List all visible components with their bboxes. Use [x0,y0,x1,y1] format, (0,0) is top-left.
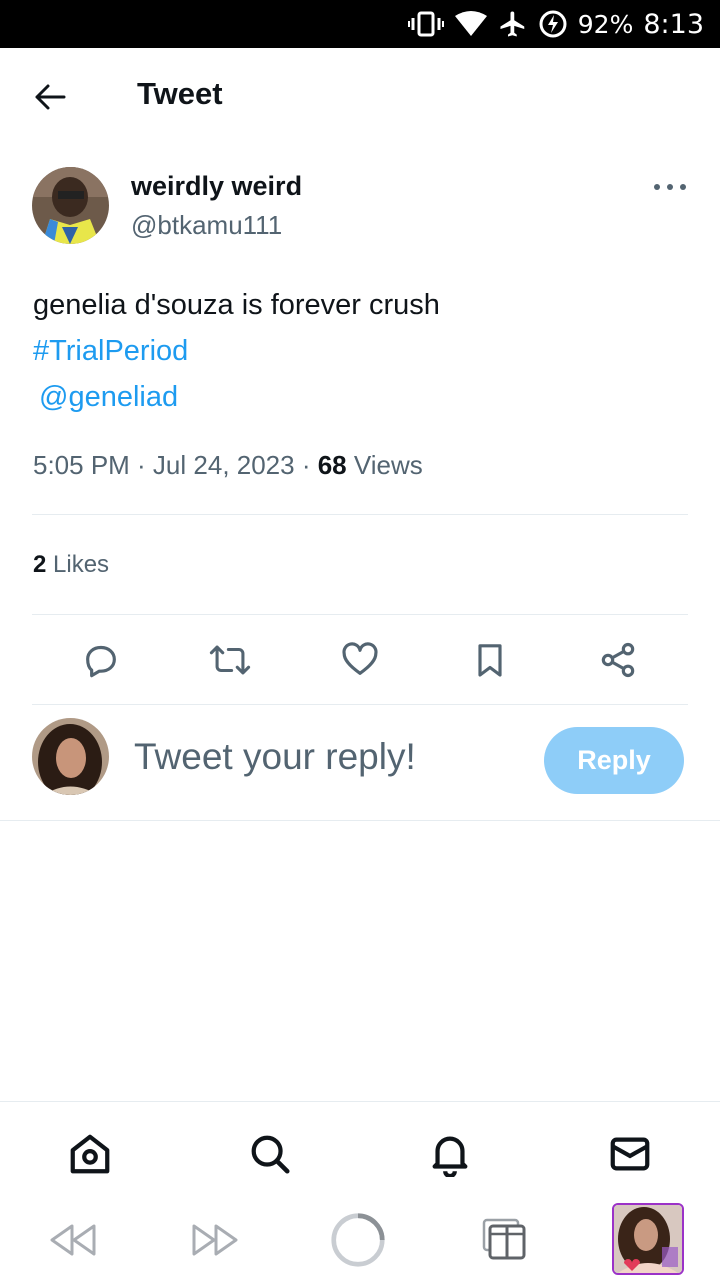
likes-count: 2 [33,551,47,578]
share-icon[interactable] [596,638,640,682]
tweet-text: genelia d'souza is forever crush #TrialP… [33,282,440,420]
search-icon[interactable] [246,1130,294,1178]
divider [32,704,688,705]
views-count: 68 [317,450,347,480]
home-icon[interactable] [66,1130,114,1178]
likes-link[interactable]: 2 Likes [33,551,109,579]
author-avatar[interactable] [32,167,109,244]
divider [0,820,720,821]
tweet-body: genelia d'souza is forever crush [33,289,440,321]
forward-icon[interactable] [188,1212,244,1268]
bookmark-icon[interactable] [468,638,512,682]
author-handle[interactable]: @btkamu111 [131,210,282,241]
retweet-icon[interactable] [208,638,252,682]
browser-toolbar [0,1200,720,1280]
battery-charging-icon [538,9,568,39]
views-label: Views [346,450,423,480]
user-avatar [32,718,109,795]
back-icon[interactable] [44,1212,100,1268]
tweet-actions [0,630,720,690]
wifi-icon [454,11,488,37]
clock: 8:13 [643,8,704,40]
tabs-icon[interactable] [476,1212,532,1268]
likes-label: Likes [46,551,110,578]
battery-percent: 92% [577,9,634,39]
header: Tweet [0,48,720,146]
reload-icon[interactable] [330,1212,386,1268]
like-icon[interactable] [338,638,382,682]
reply-input[interactable]: Tweet your reply! [134,736,416,778]
mention-link[interactable]: @geneliad [33,374,440,420]
hashtag-link[interactable]: #TrialPeriod [33,328,440,374]
airplane-icon [498,9,528,39]
more-options-icon[interactable] [652,175,688,199]
status-bar: 92% 8:13 [0,0,720,48]
reply-icon[interactable] [79,638,123,682]
tweet-meta: 5:05 PM · Jul 24, 2023 · 68 Views [33,450,423,481]
divider [32,514,688,515]
bottom-nav [0,1101,720,1201]
back-arrow-icon[interactable] [30,80,70,114]
author-name[interactable]: weirdly weird [131,171,302,202]
messages-icon[interactable] [606,1130,654,1178]
tweet-timestamp: 5:05 PM · Jul 24, 2023 · [33,450,318,480]
browser-tab-thumbnail[interactable] [612,1203,684,1275]
notifications-icon[interactable] [426,1130,474,1178]
divider [32,614,688,615]
reply-button[interactable]: Reply [544,727,684,794]
page-title: Tweet [137,76,223,111]
vibrate-icon [407,10,444,38]
